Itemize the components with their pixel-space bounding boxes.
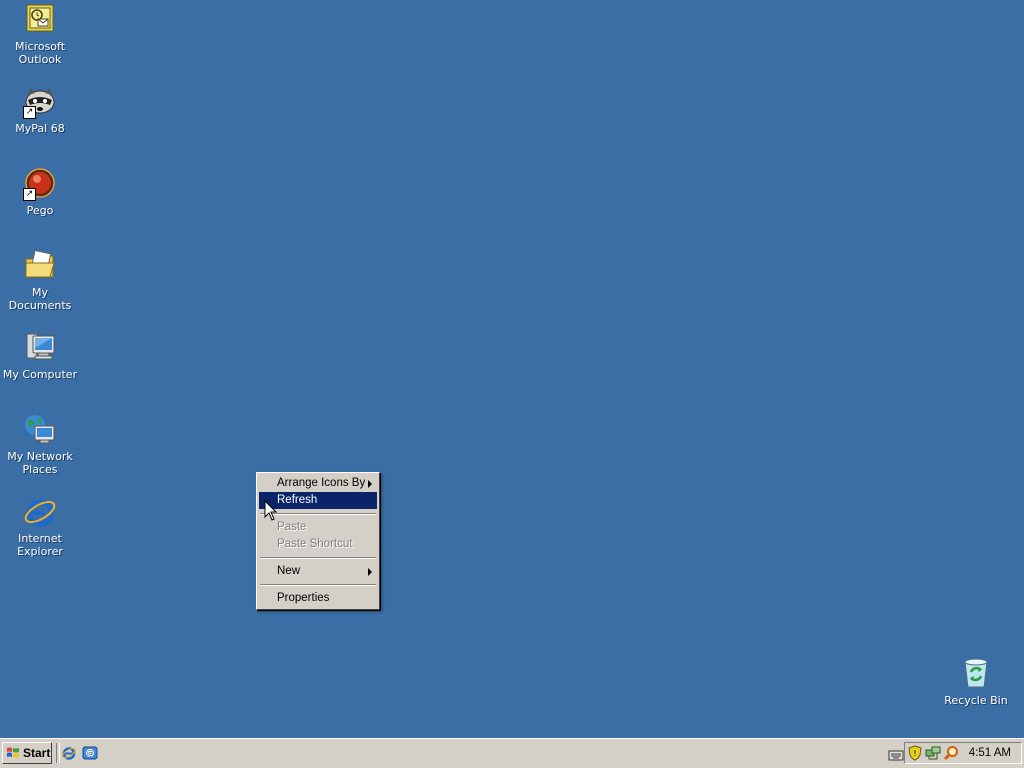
desktop-icon-label: Outlook (18, 53, 62, 66)
desktop-icon-label: MyPal 68 (15, 122, 65, 135)
menu-item-label: Paste (277, 521, 307, 533)
outlook-express-icon[interactable]: @ (82, 745, 98, 761)
desktop-icon-microsoft-outlook[interactable]: Microsoft Outlook (1, 3, 79, 66)
desktop-icon-recycle-bin[interactable]: Recycle Bin (937, 657, 1015, 707)
network-icon (23, 413, 57, 447)
outlook-icon (23, 3, 57, 37)
computer-icon (23, 331, 57, 365)
desktop-context-menu: Arrange Icons By Refresh Paste Paste Sho… (256, 472, 380, 610)
desktop-icon-label: Pego (26, 204, 54, 217)
search-tray-icon[interactable] (943, 745, 959, 761)
desktop-icon-my-documents[interactable]: My Documents (1, 249, 79, 312)
menu-item-label: Refresh (277, 494, 318, 506)
menu-item-properties[interactable]: Properties (259, 590, 377, 607)
desktop-icon-label: Explorer (17, 545, 63, 558)
shield-icon[interactable]: ! (907, 745, 923, 761)
desktop-icon-label: Recycle Bin (944, 694, 1008, 707)
keyboard-icon[interactable] (888, 747, 904, 763)
menu-item-new[interactable]: New (259, 563, 377, 580)
desktop-icon-mypal-68[interactable]: ↗ MyPal 68 (1, 85, 79, 135)
shortcut-arrow-icon: ↗ (23, 106, 36, 119)
svg-text:!: ! (913, 749, 916, 758)
submenu-arrow-icon (368, 568, 372, 576)
pego-icon: ↗ (23, 167, 57, 201)
shortcut-arrow-icon: ↗ (23, 188, 36, 201)
svg-text:@: @ (87, 750, 94, 758)
start-label: Start (23, 746, 51, 760)
folder-icon (23, 249, 57, 283)
taskbar: Start @ ! 4:51 AM (0, 738, 1024, 768)
menu-item-label: Paste Shortcut (277, 538, 353, 550)
desktop-icon-label: Internet (18, 532, 62, 545)
menu-item-label: New (277, 565, 301, 577)
desktop-icon-my-computer[interactable]: My Computer (1, 331, 79, 381)
windows-flag-icon (7, 747, 19, 758)
menu-item-paste-shortcut[interactable]: Paste Shortcut (259, 536, 377, 553)
menu-separator (260, 584, 376, 586)
menu-item-label: Arrange Icons By (277, 477, 366, 489)
menu-item-arrange-icons-by[interactable]: Arrange Icons By (259, 475, 377, 492)
network-tray-icon[interactable] (925, 745, 941, 761)
clock[interactable]: 4:51 AM (969, 743, 1011, 763)
recycle-bin-icon (959, 657, 993, 691)
desktop-icon-label: Places (22, 463, 58, 476)
menu-item-label: Properties (277, 592, 330, 604)
quick-launch-divider (56, 743, 60, 763)
mouse-pointer-icon (264, 500, 278, 521)
desktop-icon-label: My Network (7, 450, 73, 463)
system-tray: ! 4:51 AM (904, 742, 1022, 764)
desktop-icon-pego[interactable]: ↗ Pego (1, 167, 79, 217)
ie-icon (23, 495, 57, 529)
start-button[interactable]: Start (2, 742, 52, 764)
desktop-icon-my-network-places[interactable]: My Network Places (1, 413, 79, 476)
submenu-arrow-icon (368, 480, 372, 488)
raccoon-icon: ↗ (23, 85, 57, 119)
desktop-icon-label: My Computer (2, 368, 78, 381)
menu-separator (260, 557, 376, 559)
desktop-icon-internet-explorer[interactable]: Internet Explorer (1, 495, 79, 558)
desktop[interactable]: Microsoft Outlook ↗ MyPal 68 ↗ Pego My D… (0, 0, 1024, 738)
desktop-icon-label: Microsoft (14, 40, 66, 53)
ie-icon[interactable] (61, 745, 77, 761)
desktop-icon-label: My Documents (8, 286, 72, 312)
